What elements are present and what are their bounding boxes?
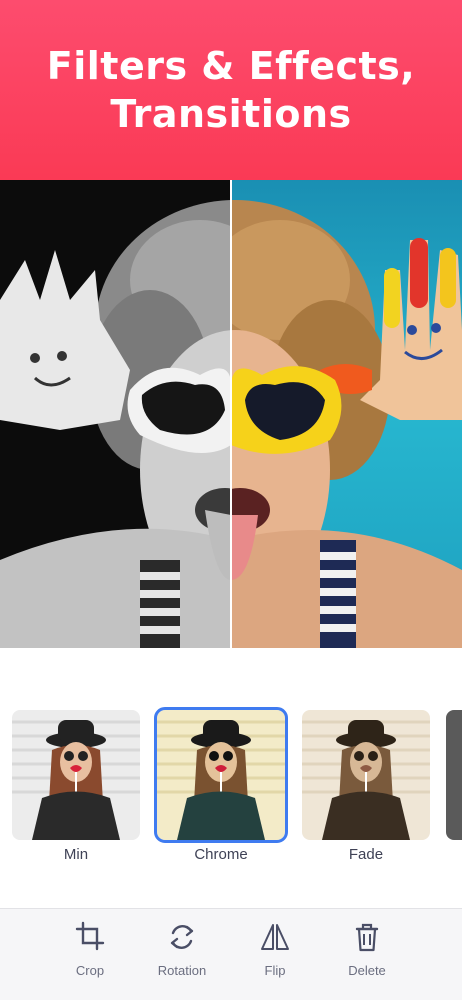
filter-thumb-min[interactable] bbox=[12, 710, 140, 840]
rotation-button[interactable]: Rotation bbox=[136, 917, 228, 987]
filter-thumb-chrome[interactable] bbox=[154, 707, 288, 843]
photo-preview[interactable] bbox=[0, 180, 462, 648]
flip-button[interactable]: Flip bbox=[229, 917, 321, 987]
rotation-label: Rotation bbox=[157, 963, 207, 978]
filter-preview-image bbox=[157, 710, 285, 840]
filter-thumb-partial[interactable] bbox=[446, 710, 462, 840]
edit-toolbar: Crop Rotation Flip Delete bbox=[0, 908, 462, 1000]
banner-title-line-2: Transitions bbox=[110, 92, 352, 136]
filter-preview-image bbox=[302, 710, 430, 840]
filter-label-min: Min bbox=[63, 846, 89, 863]
filter-label-chrome: Chrome bbox=[194, 846, 248, 863]
filter-thumb-fade[interactable] bbox=[302, 710, 430, 840]
crop-button[interactable]: Crop bbox=[44, 917, 136, 987]
delete-label: Delete bbox=[348, 963, 386, 978]
crop-label: Crop bbox=[75, 963, 105, 978]
split-photo-image bbox=[0, 180, 462, 648]
crop-icon bbox=[75, 921, 105, 951]
filter-strip[interactable]: Min Chrome Fade bbox=[0, 707, 462, 870]
filter-preview-image bbox=[12, 710, 140, 840]
trash-icon bbox=[355, 923, 379, 952]
flip-label: Flip bbox=[264, 963, 286, 978]
filter-label-fade: Fade bbox=[348, 846, 384, 863]
banner-title-line-1: Filters & Effects, bbox=[46, 44, 416, 88]
rotation-icon bbox=[170, 925, 194, 949]
flip-icon bbox=[261, 924, 289, 950]
promo-banner: Filters & Effects, Transitions bbox=[0, 0, 462, 180]
delete-button[interactable]: Delete bbox=[321, 917, 413, 987]
